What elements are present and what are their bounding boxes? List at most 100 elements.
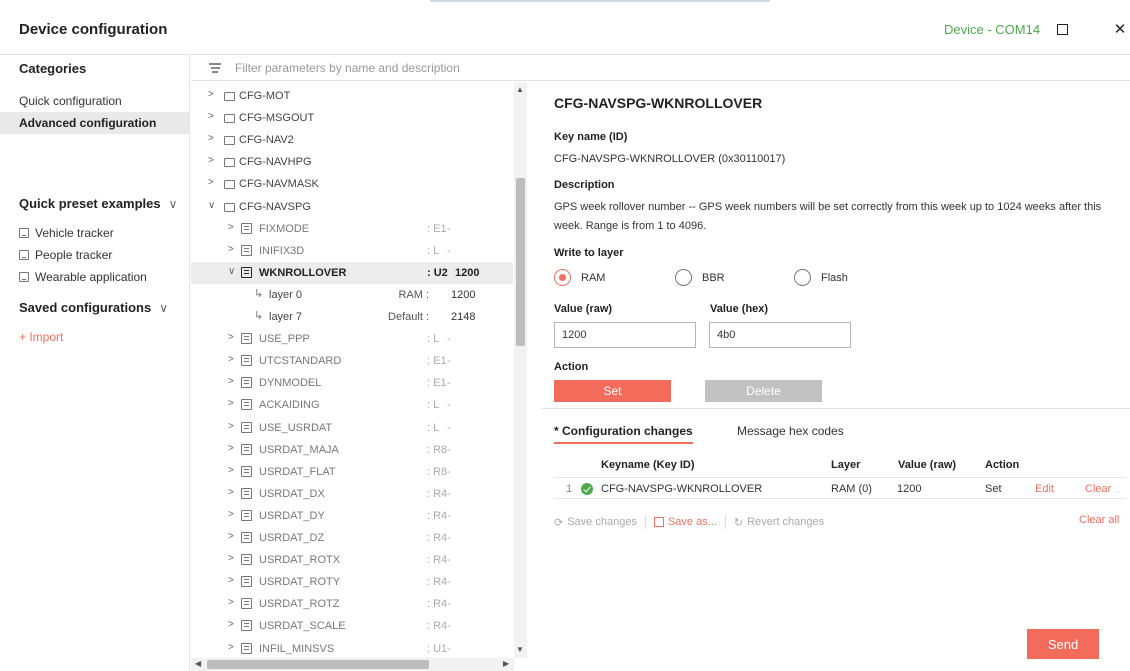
tree-param-row[interactable]: > FIXMODE: E1- (191, 218, 513, 240)
clear-link[interactable]: Clear (1085, 483, 1111, 495)
chevron-right-icon[interactable]: > (228, 376, 234, 387)
tree-param-row[interactable]: > UTCSTANDARD: E1- (191, 350, 513, 372)
tree-group-row[interactable]: > CFG-NAVHPG (191, 151, 513, 173)
preset-wearable-application[interactable]: Wearable application (19, 270, 147, 284)
chevron-right-icon[interactable]: > (228, 465, 234, 476)
tree-layer-row[interactable]: ↳ layer 7 Default : 2148 (191, 306, 513, 328)
value-hex-input[interactable] (709, 322, 851, 348)
tree-param-row[interactable]: > USRDAT_ROTX: R4- (191, 549, 513, 571)
quick-presets-header[interactable]: Quick preset examples ∨ (19, 196, 177, 211)
layer-value: 2148 (451, 311, 476, 323)
chevron-down-icon[interactable]: ∨ (208, 200, 215, 211)
tree-param-type: : U2 (427, 266, 448, 279)
scrollbar-thumb[interactable] (207, 660, 429, 669)
chevron-right-icon[interactable]: > (228, 487, 234, 498)
maximize-button[interactable] (1049, 16, 1075, 42)
chevron-right-icon[interactable]: > (228, 597, 234, 608)
layer-radio-bbr[interactable]: BBR (675, 269, 725, 286)
chevron-right-icon[interactable]: > (228, 575, 234, 586)
tab-message-hex-codes[interactable]: Message hex codes (737, 424, 844, 444)
tree-group-row[interactable]: ∨ CFG-NAVSPG (191, 196, 513, 218)
close-button[interactable]: ✕ (1107, 16, 1130, 42)
sidebar-item-quick-configuration[interactable]: Quick configuration (0, 90, 189, 112)
tree-param-value: - (447, 421, 451, 434)
tree-param-row[interactable]: > ACKAIDING: L- (191, 394, 513, 416)
chevron-right-icon[interactable]: > (228, 443, 234, 454)
layer-radio-ram[interactable]: RAM (554, 269, 605, 286)
parameter-icon (241, 620, 252, 632)
tree-param-row[interactable]: > INFIL_MINSVS: U1- (191, 638, 513, 659)
row-layer: RAM (0) (831, 483, 872, 495)
chevron-right-icon[interactable]: > (208, 155, 214, 166)
changes-actions: ⟳ Save changes Save as... ↻ Revert chang… (554, 514, 824, 530)
tree-param-row[interactable]: > INIFIX3D: L- (191, 240, 513, 262)
tree-layer-row[interactable]: ↳ layer 0 RAM : 1200 (191, 284, 513, 306)
filter-input[interactable] (235, 58, 615, 78)
tree-param-row[interactable]: > USRDAT_MAJA: R8- (191, 439, 513, 461)
chevron-right-icon[interactable]: > (208, 133, 214, 144)
scrollbar-thumb[interactable] (516, 178, 525, 346)
chevron-right-icon[interactable]: > (228, 421, 234, 432)
saved-configurations-header[interactable]: Saved configurations ∨ (19, 300, 168, 315)
tab-configuration-changes[interactable]: * Configuration changes (554, 424, 693, 444)
clear-all-link[interactable]: Clear all (1079, 514, 1119, 526)
tree-param-name: USE_PPP (259, 333, 310, 346)
chevron-right-icon[interactable]: > (228, 642, 234, 653)
import-button[interactable]: + Import (19, 330, 63, 344)
tree-group-row[interactable]: > CFG-NAV2 (191, 129, 513, 151)
layer-radio-flash[interactable]: Flash (794, 269, 848, 286)
window-title: Device configuration (19, 21, 168, 38)
delete-button[interactable]: Delete (705, 380, 822, 402)
tree-param-row[interactable]: > USRDAT_ROTZ: R4- (191, 593, 513, 615)
chevron-right-icon[interactable]: > (208, 89, 214, 100)
sidebar-item-advanced-configuration[interactable]: Advanced configuration (0, 112, 189, 134)
tree-param-row-selected[interactable]: ∨ WKNROLLOVER: U2 1200 (191, 261, 513, 284)
chevron-right-icon[interactable]: > (228, 222, 234, 233)
chevron-right-icon[interactable]: > (228, 244, 234, 255)
chevron-right-icon[interactable]: > (228, 553, 234, 564)
layer-source: Default : (388, 311, 429, 323)
tree-param-row[interactable]: > USRDAT_DY: R4- (191, 505, 513, 527)
tree-vertical-scrollbar[interactable]: ▲ ▼ (514, 82, 527, 658)
tree-param-value: 1200 (455, 266, 480, 279)
chevron-right-icon[interactable]: > (208, 177, 214, 188)
scroll-down-icon[interactable]: ▼ (516, 645, 524, 654)
tree-param-row[interactable]: > USE_PPP: L- (191, 328, 513, 350)
chevron-right-icon[interactable]: > (228, 509, 234, 520)
tree-param-row[interactable]: > USRDAT_FLAT: R8- (191, 461, 513, 483)
tree-param-row[interactable]: > USRDAT_SCALE: R4- (191, 615, 513, 637)
table-row[interactable]: 1 CFG-NAVSPG-WKNROLLOVER RAM (0) 1200 Se… (554, 477, 1126, 499)
save-as-button[interactable]: Save as... (653, 516, 717, 528)
tree-group-row[interactable]: > CFG-NAVMASK (191, 173, 513, 195)
set-button[interactable]: Set (554, 380, 671, 402)
chevron-right-icon[interactable]: > (208, 111, 214, 122)
chevron-right-icon[interactable]: > (228, 619, 234, 630)
chevron-down-icon[interactable]: ∨ (228, 266, 235, 277)
send-button[interactable]: Send (1027, 629, 1099, 659)
scroll-left-icon[interactable]: ◀ (195, 659, 201, 668)
tree-param-row[interactable]: > DYNMODEL: E1- (191, 372, 513, 394)
tree-group-row[interactable]: > CFG-MOT (191, 85, 513, 107)
scroll-right-icon[interactable]: ▶ (503, 659, 509, 668)
revert-changes-button[interactable]: ↻ Revert changes (734, 516, 824, 529)
tree-param-name: USRDAT_SCALE (259, 620, 346, 633)
save-changes-button[interactable]: ⟳ Save changes (554, 516, 637, 529)
preset-label: Wearable application (35, 270, 147, 284)
preset-people-tracker[interactable]: People tracker (19, 248, 112, 262)
device-connection-label[interactable]: Device - COM14 (944, 22, 1040, 37)
scroll-up-icon[interactable]: ▲ (516, 85, 524, 94)
preset-vehicle-tracker[interactable]: Vehicle tracker (19, 226, 114, 240)
value-raw-input[interactable] (554, 322, 696, 348)
tree-group-row[interactable]: > CFG-MSGOUT (191, 107, 513, 129)
tree-param-row[interactable]: > USRDAT_DZ: R4- (191, 527, 513, 549)
tree-param-row[interactable]: > USRDAT_ROTY: R4- (191, 571, 513, 593)
tree-horizontal-scrollbar[interactable]: ◀ ▶ (191, 658, 514, 671)
preset-file-icon (19, 250, 29, 260)
tree-param-row[interactable]: > USRDAT_DX: R4- (191, 483, 513, 505)
tree-param-row[interactable]: > USE_USRDAT: L- (191, 417, 513, 439)
edit-link[interactable]: Edit (1035, 483, 1054, 495)
chevron-right-icon[interactable]: > (228, 398, 234, 409)
chevron-right-icon[interactable]: > (228, 531, 234, 542)
chevron-right-icon[interactable]: > (228, 354, 234, 365)
chevron-right-icon[interactable]: > (228, 332, 234, 343)
